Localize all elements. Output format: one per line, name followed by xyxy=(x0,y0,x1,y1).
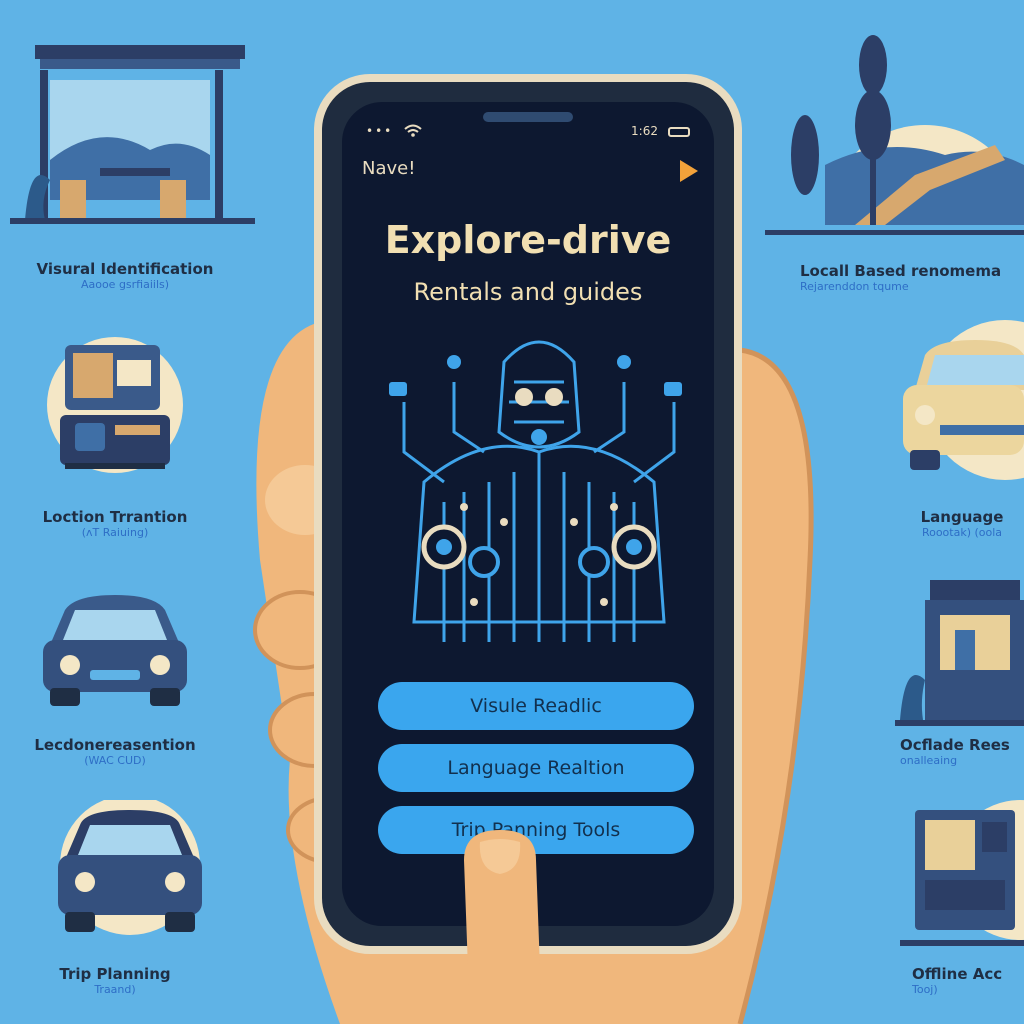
feature-title: Trip Planning xyxy=(59,965,171,983)
robot-illustration xyxy=(389,340,682,642)
car-icon xyxy=(58,800,202,935)
feature-subtitle: Traand) xyxy=(94,983,136,996)
thumb-illustration xyxy=(464,830,542,1024)
car-icon xyxy=(903,320,1024,480)
signal-dots-icon: ••• xyxy=(366,124,394,138)
feature-left-2: Loction Trrantion (ʌT Raiuing) xyxy=(10,508,220,539)
app-title: Explore-drive xyxy=(384,218,672,262)
status-time: 1:62 xyxy=(631,124,658,138)
feature-title: Ocflade Rees xyxy=(900,736,1010,754)
feature-left-1: Visural Identification Aaooe gsrfiaiils) xyxy=(10,260,240,291)
battery-icon xyxy=(668,127,690,137)
play-icon[interactable] xyxy=(680,160,698,182)
nav-title: Nave! xyxy=(362,158,416,179)
feature-title: Loction Trrantion xyxy=(42,508,188,526)
feature-subtitle: onalleaing xyxy=(900,754,958,767)
feature-subtitle: Tooj) xyxy=(912,983,938,996)
feature-right-3: Ocflade Rees onalleaing xyxy=(900,736,1024,767)
building-icon xyxy=(895,580,1024,726)
wifi-icon xyxy=(404,124,422,137)
feature-title: Lecdonereasention xyxy=(34,736,196,754)
feature-title: Language xyxy=(920,508,1004,526)
feature-title: Offline Acc xyxy=(912,965,1003,983)
kiosk-illustration xyxy=(47,337,183,473)
visual-reading-button[interactable]: Visule Readlic xyxy=(378,682,694,730)
feature-subtitle: Aaooe gsrfiaiils) xyxy=(80,278,170,291)
speaker-notch xyxy=(483,112,573,122)
road-landscape-illustration xyxy=(765,35,1024,235)
feature-right-1: Locall Based renomema Rejarenddon tqume xyxy=(800,262,1024,293)
feature-left-4: Trip Planning Traand) xyxy=(10,965,220,996)
feature-right-4: Offline Acc Tooj) xyxy=(912,965,1024,996)
feature-title: Visural Identification xyxy=(36,260,214,278)
feature-subtitle: Roootak) (oola xyxy=(921,526,1003,539)
app-subtitle: Rentals and guides xyxy=(413,278,643,306)
kiosk-illustration xyxy=(900,800,1024,946)
car-icon xyxy=(43,595,187,706)
feature-subtitle: (ʌT Raiuing) xyxy=(81,526,149,539)
feature-right-2: Language Roootak) (oola xyxy=(900,508,1024,539)
feature-subtitle: (WAC CUD) xyxy=(84,754,146,767)
feature-subtitle: Rejarenddon tqume xyxy=(800,280,909,293)
feature-left-3: Lecdonereasention (WAC CUD) xyxy=(10,736,220,767)
pavilion-illustration xyxy=(10,45,255,224)
status-bar: ••• 1:62 xyxy=(362,124,694,142)
feature-title: Locall Based renomema xyxy=(800,262,1002,280)
phone-screen: ••• 1:62 Nave! Explore-drive Rentals and… xyxy=(342,102,714,926)
language-realtion-button[interactable]: Language Realtion xyxy=(378,744,694,792)
